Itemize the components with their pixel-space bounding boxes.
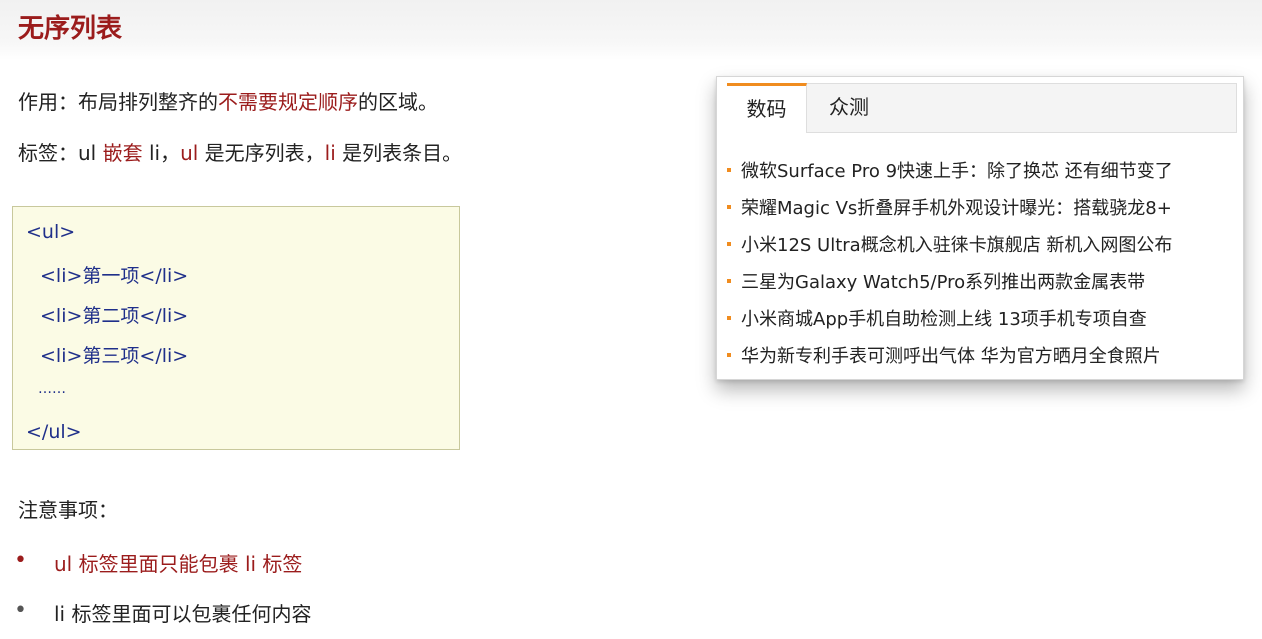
note-item: ul 标签里面只能包裹 li 标签 xyxy=(54,552,303,576)
bullet-dot-icon xyxy=(727,168,731,172)
bullet-dot-icon xyxy=(727,316,731,320)
code-line: <li>第一项</li> xyxy=(40,265,189,287)
page-title: 无序列表 xyxy=(18,14,123,44)
tags-nest: 嵌套 xyxy=(102,141,143,165)
news-link[interactable]: 小米商城App手机自助检测上线 13项手机专项自查 xyxy=(741,305,1147,331)
news-item[interactable]: 小米商城App手机自助检测上线 13项手机专项自查 xyxy=(727,305,1147,335)
tags-mid2: 是无序列表， xyxy=(198,141,325,165)
news-item[interactable]: 微软Surface Pro 9快速上手：除了换芯 还有细节变了 xyxy=(727,157,1173,187)
bullet-dot-icon xyxy=(727,205,731,209)
tags-prefix: 标签：ul xyxy=(18,141,103,165)
news-link[interactable]: 微软Surface Pro 9快速上手：除了换芯 还有细节变了 xyxy=(741,157,1173,183)
news-link[interactable]: 荣耀Magic Vs折叠屏手机外观设计曝光：搭载骁龙8+ xyxy=(741,194,1172,220)
code-line: <li>第三项</li> xyxy=(40,345,189,367)
purpose-prefix: 作用：布局排列整齐的 xyxy=(18,90,218,114)
tags-li: li xyxy=(324,141,336,165)
note-item: li 标签里面可以包裹任何内容 xyxy=(54,602,312,626)
news-item[interactable]: 荣耀Magic Vs折叠屏手机外观设计曝光：搭载骁龙8+ xyxy=(727,194,1172,224)
purpose-line: 作用：布局排列整齐的不需要规定顺序的区域。 xyxy=(18,86,438,115)
tags-ul: ul xyxy=(180,141,199,165)
tab-digital[interactable]: 数码 xyxy=(727,83,807,133)
tab-crowd-test[interactable]: 众测 xyxy=(816,84,882,133)
bullet-icon: • xyxy=(14,598,27,623)
title-band xyxy=(0,0,1262,60)
news-widget: 数码 众测 微软Surface Pro 9快速上手：除了换芯 还有细节变了 荣耀… xyxy=(716,76,1244,380)
bullet-dot-icon xyxy=(727,353,731,357)
purpose-highlight: 不需要规定顺序 xyxy=(218,90,358,114)
news-link[interactable]: 华为新专利手表可测呼出气体 华为官方晒月全食照片 xyxy=(741,342,1161,368)
tab-bar: 数码 众测 xyxy=(727,83,1237,133)
news-item[interactable]: 三星为Galaxy Watch5/Pro系列推出两款金属表带 xyxy=(727,268,1145,298)
purpose-suffix: 的区域。 xyxy=(358,90,438,114)
tags-suffix: 是列表条目。 xyxy=(335,141,463,165)
tags-line: 标签：ul 嵌套 li，ul 是无序列表，li 是列表条目。 xyxy=(18,137,462,166)
news-link[interactable]: 小米12S Ultra概念机入驻徕卡旗舰店 新机入网图公布 xyxy=(741,231,1172,257)
code-line: …… xyxy=(38,381,66,397)
code-line: <li>第二项</li> xyxy=(40,305,189,327)
code-line: </ul> xyxy=(26,421,82,443)
bullet-dot-icon xyxy=(727,242,731,246)
code-line: <ul> xyxy=(26,221,76,243)
bullet-icon: • xyxy=(14,548,27,573)
tags-mid1: li， xyxy=(142,141,181,165)
news-item[interactable]: 华为新专利手表可测呼出气体 华为官方晒月全食照片 xyxy=(727,342,1161,372)
news-item[interactable]: 小米12S Ultra概念机入驻徕卡旗舰店 新机入网图公布 xyxy=(727,231,1172,261)
notes-heading: 注意事项： xyxy=(18,498,118,522)
news-link[interactable]: 三星为Galaxy Watch5/Pro系列推出两款金属表带 xyxy=(741,268,1145,294)
bullet-dot-icon xyxy=(727,279,731,283)
code-example-box: <ul> <li>第一项</li> <li>第二项</li> <li>第三项</… xyxy=(12,206,460,450)
